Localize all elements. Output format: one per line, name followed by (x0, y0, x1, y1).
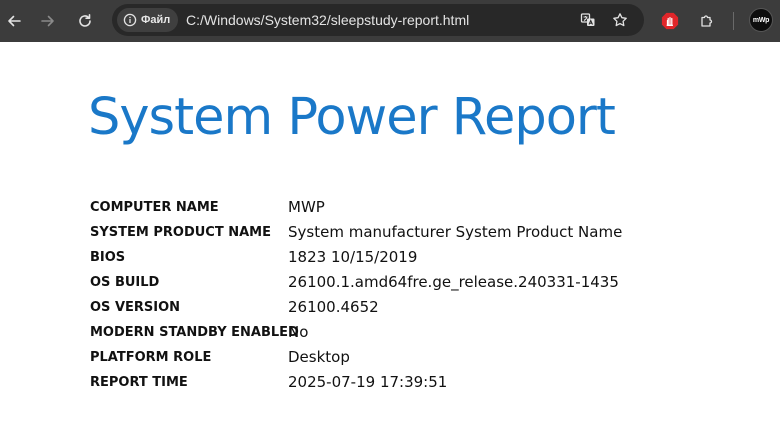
info-row-system-product-name: SYSTEM PRODUCT NAME System manufacturer … (90, 221, 650, 246)
profile-avatar[interactable]: mWp (749, 8, 773, 32)
info-value: 26100.4652 (288, 298, 379, 316)
info-row-os-build: OS BUILD 26100.1.amd64fre.ge_release.240… (90, 271, 650, 296)
site-info-button[interactable]: Файл (117, 8, 179, 32)
forward-button[interactable] (34, 7, 62, 35)
info-row-modern-standby: MODERN STANDBY ENABLED No (90, 321, 650, 346)
report-title: System Power Report (88, 88, 616, 147)
info-value: 2025-07-19 17:39:51 (288, 373, 448, 391)
reload-icon (79, 14, 91, 27)
site-info-label: Файл (141, 14, 171, 26)
system-info-table: COMPUTER NAME MWP SYSTEM PRODUCT NAME Sy… (90, 196, 650, 396)
info-row-bios: BIOS 1823 10/15/2019 (90, 246, 650, 271)
browser-toolbar: Файл C:/Windows/System32/sleepstudy-repo… (0, 0, 780, 42)
bookmark-button[interactable] (610, 10, 630, 30)
info-label: MODERN STANDBY ENABLED (90, 325, 299, 340)
star-icon (613, 13, 627, 27)
reload-button[interactable] (71, 7, 99, 35)
info-icon (123, 13, 137, 27)
info-value: 1823 10/15/2019 (288, 248, 418, 266)
info-label: SYSTEM PRODUCT NAME (90, 225, 271, 240)
stop-hand-icon (661, 12, 679, 30)
translate-button[interactable] (578, 10, 598, 30)
info-label: REPORT TIME (90, 375, 188, 390)
extensions-button[interactable] (695, 9, 719, 33)
info-value: MWP (288, 198, 325, 216)
info-value: No (288, 323, 309, 341)
info-row-platform-role: PLATFORM ROLE Desktop (90, 346, 650, 371)
arrow-left-icon (8, 15, 21, 27)
puzzle-icon (701, 15, 713, 27)
info-row-computer-name: COMPUTER NAME MWP (90, 196, 650, 221)
info-label: BIOS (90, 250, 126, 265)
info-label: OS VERSION (90, 300, 181, 315)
extension-adblock-button[interactable] (658, 9, 682, 33)
url-text[interactable]: C:/Windows/System32/sleepstudy-report.ht… (186, 12, 469, 28)
info-row-report-time: REPORT TIME 2025-07-19 17:39:51 (90, 371, 650, 396)
info-row-os-version: OS VERSION 26100.4652 (90, 296, 650, 321)
info-value: Desktop (288, 348, 350, 366)
info-label: COMPUTER NAME (90, 200, 219, 215)
toolbar-divider (733, 12, 734, 30)
translate-icon (580, 13, 595, 26)
info-value: System manufacturer System Product Name (288, 223, 623, 241)
info-value: 26100.1.amd64fre.ge_release.240331-1435 (288, 273, 619, 291)
info-label: OS BUILD (90, 275, 160, 290)
back-button[interactable] (0, 7, 28, 35)
info-label: PLATFORM ROLE (90, 350, 212, 365)
address-bar[interactable]: Файл C:/Windows/System32/sleepstudy-repo… (112, 4, 644, 36)
arrow-right-icon (41, 15, 54, 27)
